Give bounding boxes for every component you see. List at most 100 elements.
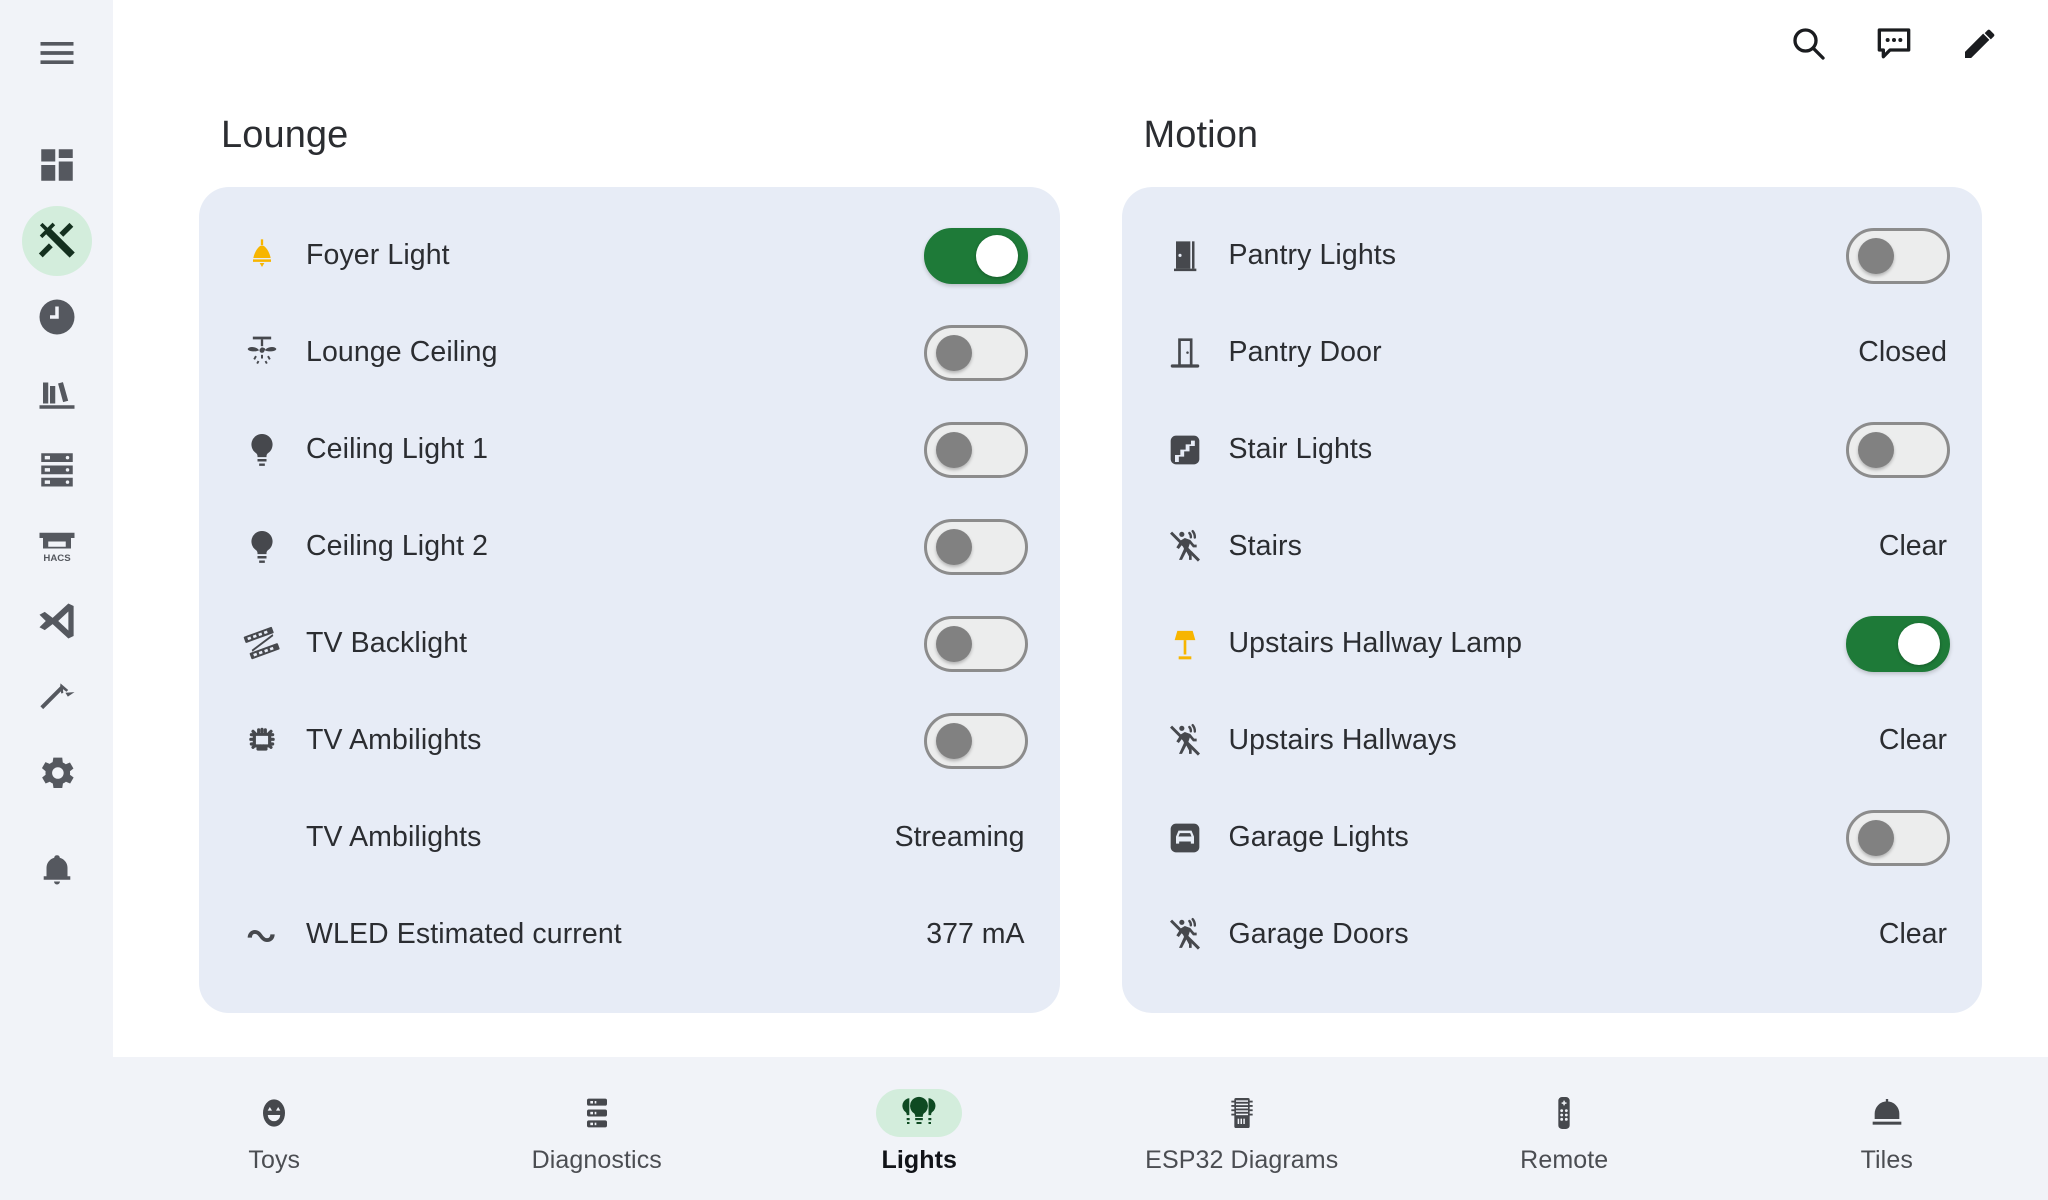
stairs-icon bbox=[1154, 430, 1216, 470]
motion-sensor-off-icon bbox=[1154, 915, 1216, 955]
sidebar-item-notifications[interactable] bbox=[22, 836, 92, 906]
sine-wave-icon bbox=[231, 915, 293, 955]
table-row[interactable]: Pantry Door Closed bbox=[1154, 304, 1951, 401]
row-label: Stairs bbox=[1228, 530, 1302, 562]
table-row[interactable]: Garage Doors Clear bbox=[1154, 886, 1951, 983]
entities-card-motion: Pantry Lights Pantry Door Closed Stair L… bbox=[1121, 187, 1982, 1013]
table-row[interactable]: Upstairs Hallways Clear bbox=[1154, 692, 1951, 789]
toggle-switch[interactable] bbox=[1846, 227, 1950, 284]
motion-sensor-off-icon bbox=[1154, 527, 1216, 567]
table-row[interactable]: WLED Estimated current 377 mA bbox=[231, 886, 1028, 983]
sidebar-item-hacs[interactable]: HACS bbox=[22, 510, 92, 580]
sidebar-item-terminal[interactable] bbox=[22, 662, 92, 732]
motion-sensor-off-icon bbox=[1154, 721, 1216, 761]
column-motion: Motion Pantry Lights Pantry Door Closed … bbox=[1121, 86, 1982, 1013]
row-label: Upstairs Hallways bbox=[1228, 724, 1457, 756]
tab-toys[interactable]: Toys bbox=[113, 1083, 436, 1175]
sidebar-item-developer-tools[interactable] bbox=[21, 206, 92, 276]
table-row[interactable]: TV Ambilights Streaming bbox=[231, 789, 1028, 886]
table-row[interactable]: Stairs Clear bbox=[1154, 498, 1951, 595]
toggle-switch[interactable] bbox=[923, 324, 1028, 381]
table-row[interactable]: Stair Lights bbox=[1154, 401, 1950, 498]
tab-esp32-diagrams[interactable]: ESP32 Diagrams bbox=[1081, 1083, 1404, 1175]
search-icon[interactable] bbox=[1786, 21, 1830, 65]
row-value: Streaming bbox=[894, 821, 1025, 853]
sidebar-item-settings[interactable] bbox=[22, 738, 92, 808]
toggle-switch[interactable] bbox=[1846, 421, 1950, 478]
entities-card-lounge: Foyer Light Lounge Ceiling Ceiling Light… bbox=[199, 187, 1060, 1013]
top-toolbar bbox=[113, 0, 2048, 86]
tab-label: ESP32 Diagrams bbox=[1145, 1145, 1339, 1174]
edit-pencil-icon[interactable] bbox=[1958, 21, 2002, 65]
toggle-switch[interactable] bbox=[1846, 809, 1950, 866]
page-title: Motion bbox=[1143, 114, 1259, 156]
tab-remote[interactable]: Remote bbox=[1403, 1083, 1726, 1175]
row-value: 377 mA bbox=[926, 918, 1025, 950]
tab-diagnostics[interactable]: Diagnostics bbox=[436, 1083, 759, 1175]
ceiling-fan-light-icon bbox=[231, 333, 293, 373]
remote-icon bbox=[1521, 1089, 1607, 1137]
toggle-switch[interactable] bbox=[923, 712, 1028, 769]
row-label: Ceiling Light 1 bbox=[306, 433, 489, 465]
row-label: Pantry Lights bbox=[1228, 239, 1397, 271]
toggle-switch[interactable] bbox=[923, 421, 1028, 478]
table-row[interactable]: TV Backlight bbox=[231, 595, 1028, 692]
toggle-switch[interactable] bbox=[923, 518, 1028, 575]
row-label: TV Backlight bbox=[306, 627, 468, 659]
table-row[interactable]: Ceiling Light 1 bbox=[231, 401, 1028, 498]
led-strip-icon bbox=[231, 624, 293, 664]
toggle-switch[interactable] bbox=[1846, 615, 1950, 672]
tab-label: Lights bbox=[881, 1145, 958, 1174]
table-row[interactable]: Upstairs Hallway Lamp bbox=[1154, 595, 1950, 692]
assist-chat-icon[interactable] bbox=[1872, 21, 1916, 65]
sidebar-item-overview[interactable] bbox=[22, 130, 92, 200]
toggle-switch[interactable] bbox=[923, 227, 1028, 284]
row-value: Closed bbox=[1858, 336, 1947, 368]
main-content: Lounge Foyer Light Lounge Ceiling Ceilin… bbox=[113, 0, 2048, 1200]
tab-label: Remote bbox=[1520, 1145, 1609, 1174]
tab-label: Tiles bbox=[1860, 1145, 1913, 1174]
menu-icon bbox=[35, 31, 79, 75]
row-label: TV Ambilights bbox=[306, 821, 482, 853]
lightbulb-group-icon bbox=[876, 1088, 963, 1137]
vscode-icon bbox=[36, 600, 78, 642]
sidebar-item-supervisor[interactable] bbox=[22, 434, 92, 504]
door-closed-icon bbox=[1154, 236, 1216, 276]
tab-lights[interactable]: Lights bbox=[758, 1083, 1081, 1175]
logbook-icon bbox=[36, 372, 78, 414]
table-row[interactable]: TV Ambilights bbox=[231, 692, 1028, 789]
chip-icon bbox=[1199, 1089, 1285, 1137]
row-label: Lounge Ceiling bbox=[306, 336, 498, 368]
sidebar: HACS bbox=[0, 0, 113, 1200]
ceiling-light-pendant-icon bbox=[231, 236, 293, 276]
tab-tiles[interactable]: Tiles bbox=[1726, 1083, 2048, 1175]
row-value: Clear bbox=[1878, 918, 1947, 950]
dashboard-columns: Lounge Foyer Light Lounge Ceiling Ceilin… bbox=[113, 86, 2048, 1013]
floor-lamp-icon bbox=[1154, 624, 1216, 664]
lightbulb-icon bbox=[231, 430, 293, 470]
table-row[interactable]: Foyer Light bbox=[231, 207, 1028, 304]
table-row[interactable]: Lounge Ceiling bbox=[231, 304, 1028, 401]
sidebar-item-vscode[interactable] bbox=[22, 586, 92, 656]
emoticon-icon bbox=[231, 1089, 317, 1137]
gear-icon bbox=[36, 752, 78, 794]
table-row[interactable]: Ceiling Light 2 bbox=[231, 498, 1028, 595]
row-value: Clear bbox=[1878, 724, 1947, 756]
door-open-icon bbox=[1154, 333, 1216, 373]
sidebar-item-logbook[interactable] bbox=[22, 358, 92, 428]
bell-icon bbox=[36, 850, 78, 892]
svg-text:HACS: HACS bbox=[43, 553, 71, 564]
tools-icon bbox=[35, 219, 79, 263]
hammer-icon bbox=[36, 676, 78, 718]
server-icon bbox=[554, 1089, 640, 1137]
table-row[interactable]: Pantry Lights bbox=[1154, 207, 1950, 304]
toggle-switch[interactable] bbox=[923, 615, 1028, 672]
sidebar-item-menu[interactable] bbox=[22, 18, 92, 88]
row-label: WLED Estimated current bbox=[306, 918, 622, 950]
clock-icon bbox=[36, 296, 78, 338]
row-label: Stair Lights bbox=[1228, 433, 1373, 465]
sidebar-item-history[interactable] bbox=[22, 282, 92, 352]
page-title: Lounge bbox=[221, 114, 349, 156]
table-row[interactable]: Garage Lights bbox=[1154, 789, 1950, 886]
row-label: Pantry Door bbox=[1228, 336, 1382, 368]
